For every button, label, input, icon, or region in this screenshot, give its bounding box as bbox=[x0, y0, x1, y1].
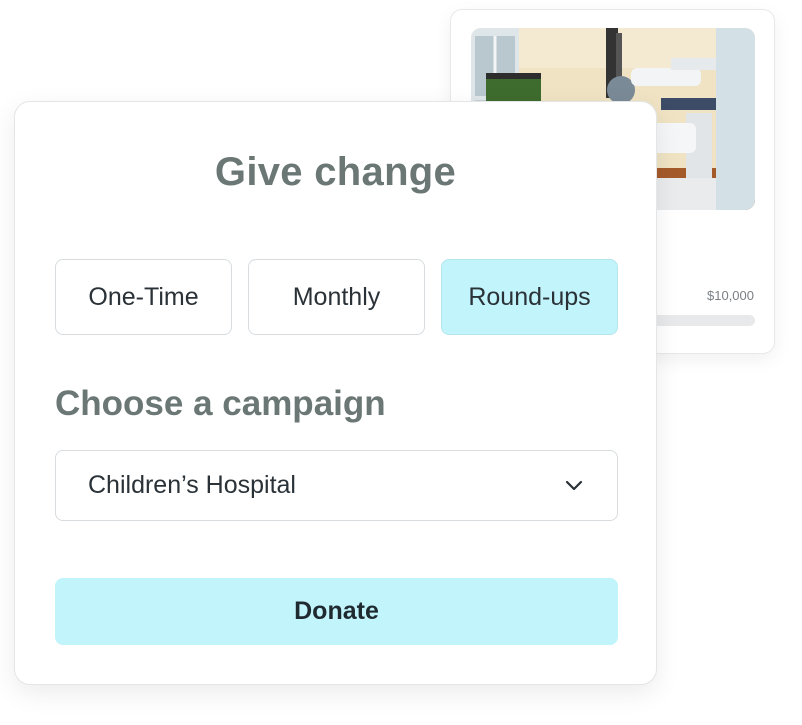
frequency-option-label: Round-ups bbox=[468, 282, 591, 311]
campaign-heading: Choose a campaign bbox=[55, 384, 386, 423]
frequency-option-label: Monthly bbox=[292, 282, 381, 311]
chevron-down-icon bbox=[563, 475, 585, 497]
donate-button-label: Donate bbox=[294, 597, 379, 625]
frequency-option-one-time[interactable]: One-Time bbox=[55, 259, 232, 335]
donate-button[interactable]: Donate bbox=[55, 578, 618, 645]
frequency-option-round-ups[interactable]: Round-ups bbox=[441, 259, 618, 335]
frequency-option-monthly[interactable]: Monthly bbox=[248, 259, 425, 335]
campaign-select-value: Children’s Hospital bbox=[88, 471, 296, 499]
frequency-option-label: One-Time bbox=[88, 282, 199, 311]
give-card-title: Give change bbox=[214, 150, 457, 194]
campaign-select[interactable]: Children’s Hospital bbox=[55, 450, 618, 521]
campaign-goal-amount: $10,000 bbox=[707, 288, 754, 303]
stage: $10,000 Give change One-Time Monthly Rou… bbox=[0, 0, 802, 725]
frequency-options: One-Time Monthly Round-ups bbox=[55, 259, 618, 335]
give-change-card: Give change One-Time Monthly Round-ups C… bbox=[14, 101, 657, 685]
